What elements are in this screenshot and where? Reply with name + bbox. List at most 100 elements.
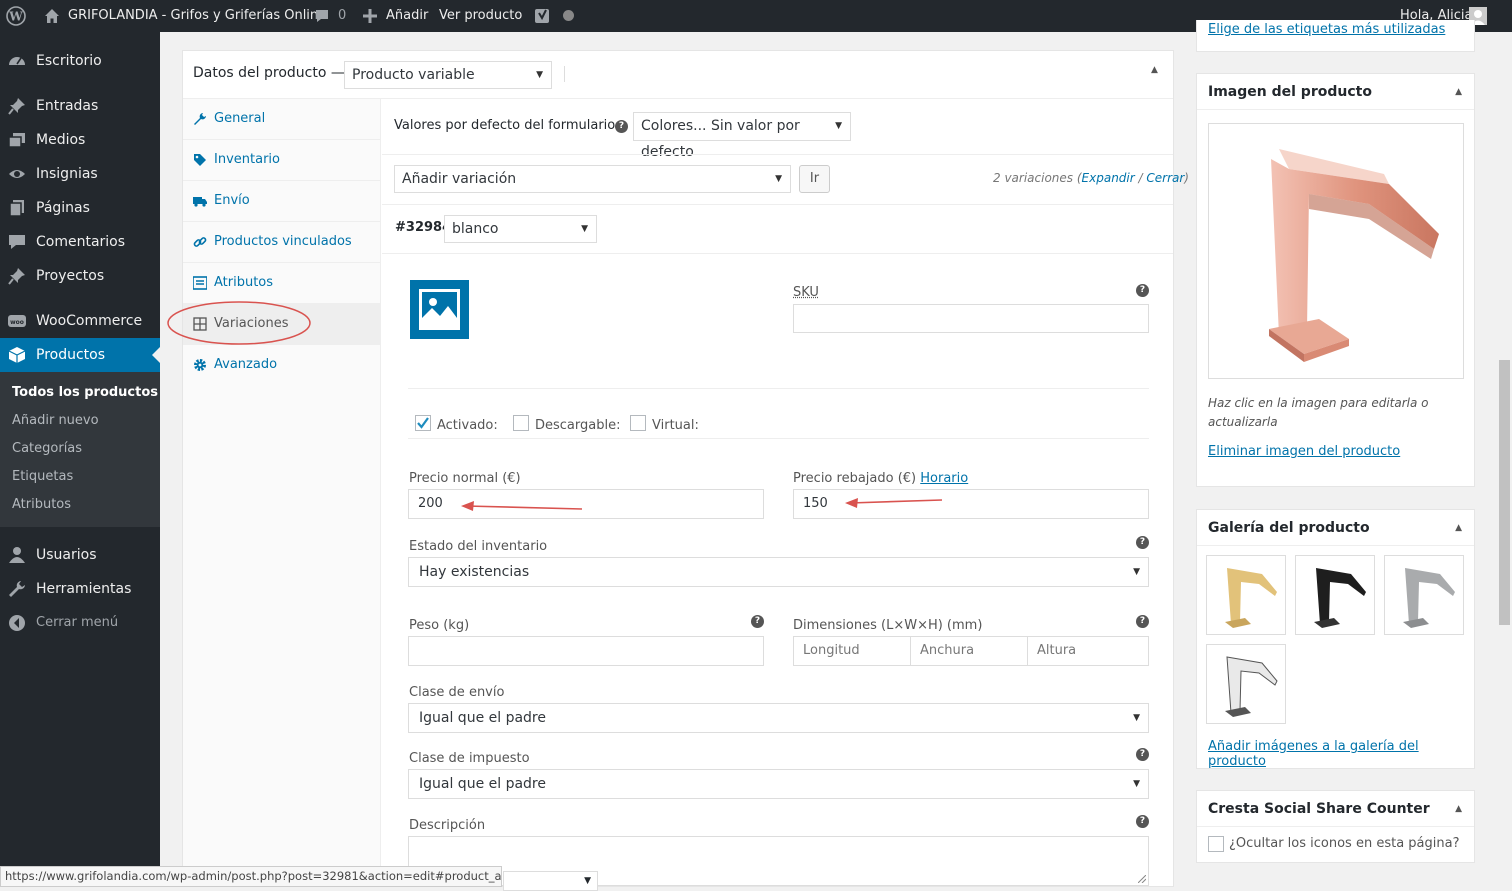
page-scrollbar[interactable] xyxy=(1497,32,1512,887)
variation-image-placeholder[interactable] xyxy=(410,280,469,339)
collapse-toggle-icon[interactable]: ▲ xyxy=(1455,74,1462,110)
menu-label: WooCommerce xyxy=(36,304,142,338)
add-new-icon[interactable] xyxy=(363,0,377,32)
shipping-class-select[interactable]: Igual que el padre ▼ xyxy=(408,703,1149,733)
weight-input[interactable] xyxy=(408,636,764,666)
variation-id: #32984 xyxy=(395,220,451,235)
menu-item-herramientas[interactable]: Herramientas xyxy=(0,572,160,606)
submenu-etiquetas[interactable]: Etiquetas xyxy=(12,463,73,491)
eye-icon xyxy=(8,165,26,183)
social-share-title: Cresta Social Share Counter ▲ xyxy=(1197,791,1474,827)
menu-item-woocommerce[interactable]: woo WooCommerce xyxy=(0,304,160,338)
comments-icon[interactable] xyxy=(314,0,330,32)
gallery-thumb-gold[interactable] xyxy=(1206,555,1286,635)
partial-select[interactable]: ▼ xyxy=(503,871,598,891)
form-defaults-select[interactable]: Colores... Sin valor por defecto ▼ xyxy=(633,112,851,141)
menu-item-comentarios[interactable]: Comentarios xyxy=(0,225,160,259)
tax-class-label: Clase de impuesto xyxy=(409,751,530,766)
tax-class-select[interactable]: Igual que el padre ▼ xyxy=(408,769,1149,799)
collapse-toggle-icon[interactable]: ▲ xyxy=(1455,791,1462,827)
svg-text:W: W xyxy=(8,9,23,23)
box-title: Cresta Social Share Counter xyxy=(1208,801,1430,817)
gallery-thumb-steel[interactable] xyxy=(1384,555,1464,635)
menu-item-medios[interactable]: Medios xyxy=(0,123,160,157)
site-name-link[interactable]: GRIFOLANDIA - Grifos y Griferías Online xyxy=(68,0,326,32)
sku-input[interactable] xyxy=(793,304,1149,333)
most-used-tags-link[interactable]: Elige de las etiquetas más utilizadas xyxy=(1208,20,1445,40)
close-link[interactable]: Cerrar xyxy=(1146,171,1184,185)
go-button[interactable]: Ir xyxy=(799,165,830,193)
menu-item-proyectos[interactable]: Proyectos xyxy=(0,259,160,293)
home-icon[interactable] xyxy=(44,0,60,32)
menu-item-escritorio[interactable]: Escritorio xyxy=(0,44,160,78)
comments-count[interactable]: 0 xyxy=(338,0,346,32)
menu-item-entradas[interactable]: Entradas xyxy=(0,89,160,123)
stock-status-value: Hay existencias xyxy=(419,564,529,580)
add-variation-select[interactable]: Añadir variación ▼ xyxy=(394,165,791,193)
tab-avanzado[interactable]: Avanzado xyxy=(183,345,380,386)
form-defaults-label: Valores por defecto del formulario: xyxy=(394,118,620,133)
product-data-title: Datos del producto — xyxy=(193,65,345,81)
collapse-menu-button[interactable]: Cerrar menú xyxy=(0,606,160,640)
product-type-select[interactable]: Producto variable ▼ xyxy=(344,61,552,89)
virtual-checkbox[interactable] xyxy=(630,415,646,431)
separator: / xyxy=(1135,171,1147,185)
media-icon xyxy=(8,131,26,149)
length-input[interactable]: Longitud xyxy=(793,636,912,666)
virtual-label: Virtual: xyxy=(652,418,699,433)
menu-item-usuarios[interactable]: Usuarios xyxy=(0,538,160,572)
menu-label: Herramientas xyxy=(36,572,131,606)
collapse-toggle-icon[interactable]: ▲ xyxy=(1455,510,1462,546)
wordpress-logo-icon[interactable]: W xyxy=(6,0,26,32)
tab-atributos[interactable]: Atributos xyxy=(183,263,380,304)
menu-item-paginas[interactable]: Páginas xyxy=(0,191,160,225)
dimensions-label: Dimensiones (L×W×H) (mm) xyxy=(793,618,982,633)
tab-envio[interactable]: Envío xyxy=(183,181,380,222)
shipping-class-label: Clase de envío xyxy=(409,685,504,700)
tab-label: General xyxy=(214,99,265,139)
tab-productos-vinculados[interactable]: Productos vinculados xyxy=(183,222,380,263)
chevron-down-icon: ▼ xyxy=(584,876,591,886)
product-image[interactable] xyxy=(1208,123,1464,379)
help-icon: ? xyxy=(1136,748,1149,761)
variation-attribute-select[interactable]: blanco ▼ xyxy=(444,215,597,243)
submenu-atributos[interactable]: Atributos xyxy=(12,491,71,519)
gallery-thumb-white[interactable] xyxy=(1206,644,1286,724)
scrollbar-thumb[interactable] xyxy=(1499,360,1510,625)
variations-count: 2 variaciones (Expandir / Cerrar) xyxy=(993,171,1189,185)
submenu-todos-los-productos[interactable]: Todos los productos xyxy=(12,379,158,407)
stock-status-select[interactable]: Hay existencias ▼ xyxy=(408,557,1149,587)
gallery-thumb-black[interactable] xyxy=(1295,555,1375,635)
expand-link[interactable]: Expandir xyxy=(1082,171,1135,185)
submenu-categorias[interactable]: Categorías xyxy=(12,435,82,463)
product-type-value: Producto variable xyxy=(352,67,475,83)
tab-inventario[interactable]: Inventario xyxy=(183,140,380,181)
height-input[interactable]: Altura xyxy=(1027,636,1149,666)
yoast-icon[interactable] xyxy=(534,0,552,32)
add-gallery-images-link[interactable]: Añadir imágenes a la galería del product… xyxy=(1208,739,1474,769)
submenu-anadir-nuevo[interactable]: Añadir nuevo xyxy=(12,407,99,435)
regular-price-label: Precio normal (€) xyxy=(409,471,521,486)
remove-image-link[interactable]: Eliminar imagen del producto xyxy=(1208,444,1400,459)
tab-label: Productos vinculados xyxy=(214,222,352,262)
product-gallery-title: Galería del producto ▲ xyxy=(1197,510,1474,546)
chevron-down-icon: ▼ xyxy=(536,62,543,88)
resize-handle-icon[interactable] xyxy=(1138,875,1146,883)
view-product-link[interactable]: Ver producto xyxy=(439,0,522,32)
width-input[interactable]: Anchura xyxy=(910,636,1029,666)
browser-status-url: https://www.grifolandia.com/wp-admin/pos… xyxy=(0,866,502,887)
hide-icons-checkbox[interactable] xyxy=(1208,836,1224,852)
schedule-link[interactable]: Horario xyxy=(920,471,968,486)
enabled-checkbox[interactable] xyxy=(415,415,431,431)
downloadable-checkbox[interactable] xyxy=(513,415,529,431)
add-new-link[interactable]: Añadir xyxy=(386,0,428,32)
comment-icon xyxy=(8,233,26,251)
tab-general[interactable]: General xyxy=(183,99,380,140)
menu-label: Comentarios xyxy=(36,225,125,259)
product-data-header: Datos del producto — Producto variable ▼… xyxy=(183,51,1173,99)
menu-item-insignias[interactable]: Insignias xyxy=(0,157,160,191)
help-icon: ? xyxy=(1136,536,1149,549)
checkmark-icon xyxy=(416,416,430,430)
menu-item-productos[interactable]: Productos xyxy=(0,338,160,372)
collapse-toggle-icon[interactable]: ▲ xyxy=(1151,65,1158,75)
